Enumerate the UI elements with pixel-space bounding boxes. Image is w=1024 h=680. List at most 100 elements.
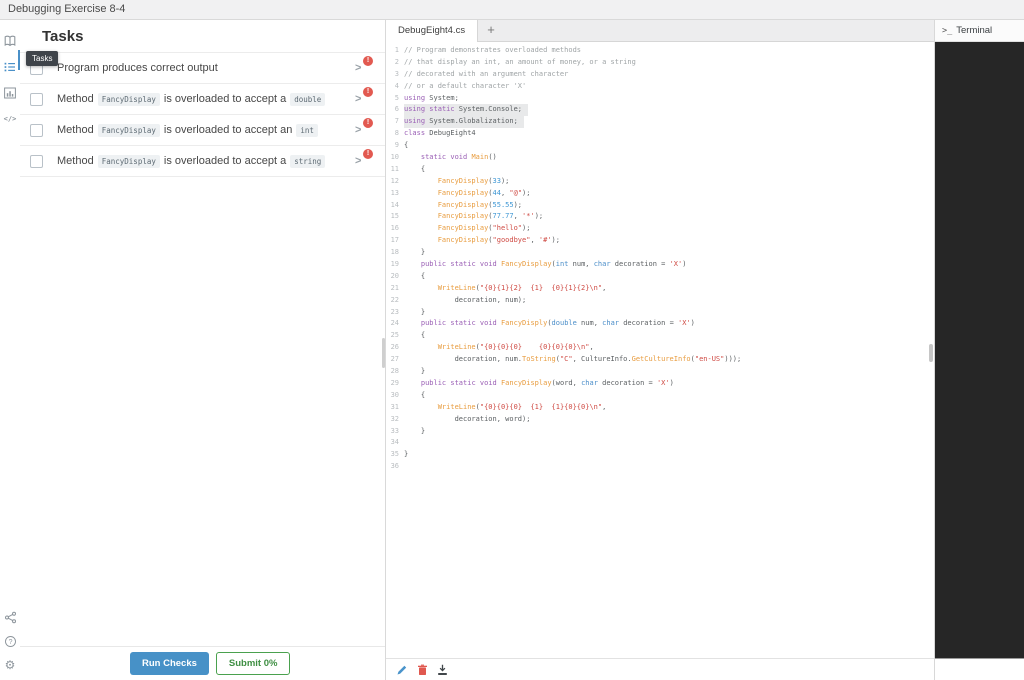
code-line: 5using System;	[386, 93, 934, 105]
code-chip: FancyDisplay	[98, 155, 160, 168]
share-icon[interactable]	[0, 606, 20, 628]
code-chip: FancyDisplay	[98, 124, 160, 137]
line-number: 16	[386, 223, 399, 235]
chart-icon[interactable]	[0, 82, 20, 104]
code-line: 30 {	[386, 390, 934, 402]
tasks-icon[interactable]	[0, 56, 20, 78]
task-expand-chevron-icon[interactable]: >	[355, 156, 361, 167]
line-number: 11	[386, 164, 399, 176]
code-line: 17 FancyDisplay("goodbye", '#');	[386, 235, 934, 247]
editor-tab-bar: DebugEight4.cs +	[386, 20, 934, 42]
code-line: 18 }	[386, 247, 934, 259]
code-line: 23 }	[386, 307, 934, 319]
code-line: 27 decoration, num.ToString("C", Culture…	[386, 354, 934, 366]
code-line: 3// decorated with an argument character	[386, 69, 934, 81]
line-number: 25	[386, 330, 399, 342]
line-number: 2	[386, 57, 399, 69]
code-line: 7using System.Globalization;	[386, 116, 934, 128]
task-checkbox[interactable]	[30, 124, 43, 137]
line-number: 17	[386, 235, 399, 247]
line-number: 3	[386, 69, 399, 81]
sidebar-bottom-icons: ?⚙	[0, 606, 20, 676]
code-line: 25 {	[386, 330, 934, 342]
terminal-tab[interactable]: >_Terminal	[935, 20, 1024, 42]
task-error-badge: !	[363, 149, 373, 159]
code-line: 28 }	[386, 366, 934, 378]
line-number: 30	[386, 390, 399, 402]
line-number: 36	[386, 461, 399, 473]
line-number: 4	[386, 81, 399, 93]
task-text: Program produces correct output	[57, 62, 218, 74]
tasks-tooltip: Tasks	[26, 51, 58, 66]
line-number: 12	[386, 176, 399, 188]
tasks-scrollbar[interactable]	[382, 338, 385, 368]
line-number: 29	[386, 378, 399, 390]
task-list: Program produces correct output>!MethodF…	[20, 52, 385, 177]
line-number: 24	[386, 318, 399, 330]
task-checkbox[interactable]	[30, 155, 43, 168]
task-error-badge: !	[363, 56, 373, 66]
task-text: Method	[57, 124, 94, 136]
terminal-title: Terminal	[956, 25, 992, 36]
code-line: 8class DebugEight4	[386, 128, 934, 140]
code-line: 31 WriteLine("{0}{0}{0} {1} {1}{0}{0}\n"…	[386, 402, 934, 414]
code-line: 29 public static void FancyDisplay(word,…	[386, 378, 934, 390]
task-expand-chevron-icon[interactable]: >	[355, 63, 361, 74]
task-error-badge: !	[363, 118, 373, 128]
line-number: 18	[386, 247, 399, 259]
download-icon[interactable]	[437, 664, 448, 676]
code-line: 32 decoration, word);	[386, 414, 934, 426]
line-number: 8	[386, 128, 399, 140]
line-number: 6	[386, 104, 399, 116]
code-line: 16 FancyDisplay("hello");	[386, 223, 934, 235]
terminal-screen[interactable]	[935, 42, 1024, 659]
code-line: 13 FancyDisplay(44, "@");	[386, 188, 934, 200]
file-tab[interactable]: DebugEight4.cs	[386, 20, 478, 42]
gear-icon[interactable]: ⚙	[0, 654, 20, 676]
left-icon-rail: </> ?⚙	[0, 20, 20, 680]
code-line: 14 FancyDisplay(55.55);	[386, 200, 934, 212]
line-number: 20	[386, 271, 399, 283]
task-row: MethodFancyDisplayis overloaded to accep…	[20, 146, 385, 177]
code-line: 36	[386, 461, 934, 473]
task-row: MethodFancyDisplayis overloaded to accep…	[20, 115, 385, 146]
book-icon[interactable]	[0, 30, 20, 52]
line-number: 14	[386, 200, 399, 212]
line-number: 9	[386, 140, 399, 152]
code-line: 24 public static void FancyDisply(double…	[386, 318, 934, 330]
help-icon[interactable]: ?	[0, 630, 20, 652]
line-number: 10	[386, 152, 399, 164]
code-chip: double	[290, 93, 325, 106]
new-tab-button[interactable]: +	[478, 20, 504, 41]
line-number: 35	[386, 449, 399, 461]
task-expand-chevron-icon[interactable]: >	[355, 125, 361, 136]
task-row: MethodFancyDisplayis overloaded to accep…	[20, 84, 385, 115]
line-number: 28	[386, 366, 399, 378]
code-line: 22 decoration, num);	[386, 295, 934, 307]
task-expand-chevron-icon[interactable]: >	[355, 94, 361, 105]
sidebar-top-icons: </>	[0, 30, 20, 130]
task-checkbox[interactable]	[30, 93, 43, 106]
line-number: 22	[386, 295, 399, 307]
editor-scrollbar[interactable]	[929, 344, 933, 362]
task-label: MethodFancyDisplayis overloaded to accep…	[57, 124, 322, 137]
code-lines: 1// Program demonstrates overloaded meth…	[386, 45, 934, 473]
svg-text:?: ?	[8, 639, 12, 646]
code-line: 12 FancyDisplay(33);	[386, 176, 934, 188]
code-line: 34	[386, 437, 934, 449]
terminal-panel: >_Terminal	[934, 20, 1024, 680]
line-number: 27	[386, 354, 399, 366]
code-line: 6using static System.Console;	[386, 104, 934, 116]
task-label: MethodFancyDisplayis overloaded to accep…	[57, 155, 329, 168]
trash-icon[interactable]	[417, 664, 428, 676]
line-number: 23	[386, 307, 399, 319]
line-number: 7	[386, 116, 399, 128]
pencil-icon[interactable]	[396, 664, 408, 676]
code-line: 15 FancyDisplay(77.77, '*');	[386, 211, 934, 223]
submit-button[interactable]: Submit 0%	[216, 652, 291, 675]
line-number: 26	[386, 342, 399, 354]
line-number: 32	[386, 414, 399, 426]
run-checks-button[interactable]: Run Checks	[130, 652, 209, 675]
code-editor-area[interactable]: 1// Program demonstrates overloaded meth…	[386, 42, 934, 658]
code-icon[interactable]: </>	[0, 108, 20, 130]
